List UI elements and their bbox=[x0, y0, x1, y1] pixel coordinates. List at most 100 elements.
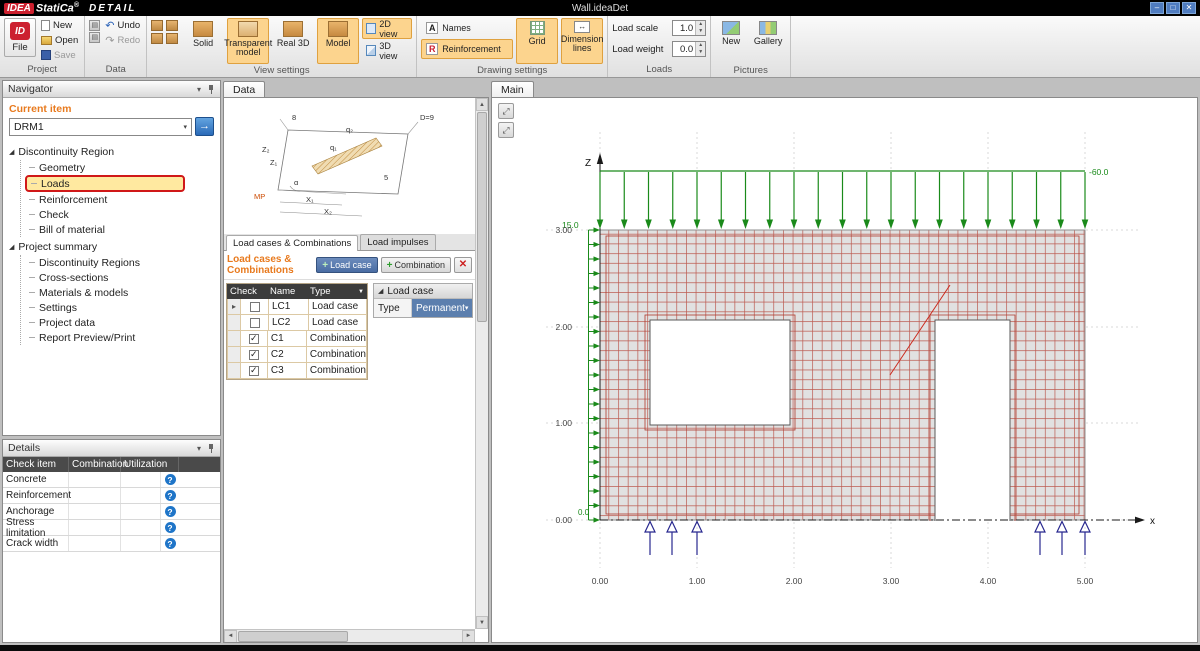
row-selector[interactable] bbox=[228, 347, 241, 362]
close-button[interactable]: ✕ bbox=[1182, 2, 1196, 14]
zoom-extents-button[interactable]: ⤢ bbox=[498, 122, 514, 138]
load-weight-spinner[interactable]: 0.0 ▲▼ bbox=[672, 41, 706, 57]
expander-icon[interactable]: ◢ bbox=[378, 287, 383, 295]
col-type[interactable]: Type▼ bbox=[307, 286, 367, 297]
row-checkbox[interactable] bbox=[249, 366, 259, 376]
tree-item-report-preview-print[interactable]: Report Preview/Print bbox=[25, 330, 214, 345]
tree-item-settings[interactable]: Settings bbox=[25, 300, 214, 315]
add-combination-button[interactable]: +Combination bbox=[381, 257, 451, 273]
load-scale-value[interactable]: 1.0 bbox=[673, 21, 695, 35]
spin-down-icon[interactable]: ▼ bbox=[696, 28, 705, 35]
help-icon[interactable]: ? bbox=[165, 522, 176, 533]
scrollbar-thumb[interactable] bbox=[238, 631, 348, 642]
row-checkbox[interactable] bbox=[249, 350, 259, 360]
view-preset-icon[interactable] bbox=[151, 33, 163, 44]
real-3d-button[interactable]: Real 3D bbox=[272, 18, 314, 64]
table-row-c3[interactable]: C3 Combination bbox=[227, 363, 367, 379]
table-row-c2[interactable]: C2 Combination bbox=[227, 347, 367, 363]
dropdown-caret-icon[interactable]: ▾ bbox=[197, 85, 201, 94]
load-type-select[interactable]: Permanent ▾ bbox=[412, 299, 472, 317]
open-button[interactable]: Open bbox=[39, 33, 80, 47]
window-opening[interactable] bbox=[650, 320, 790, 425]
transparent-model-button[interactable]: Transparent model bbox=[227, 18, 269, 64]
spin-up-icon[interactable]: ▲ bbox=[696, 42, 705, 49]
help-icon[interactable]: ? bbox=[165, 490, 176, 501]
file-button[interactable]: ID File bbox=[4, 18, 36, 57]
row-checkbox[interactable] bbox=[250, 318, 260, 328]
combo-caret-icon[interactable]: ▾ bbox=[183, 123, 187, 131]
door-opening[interactable] bbox=[935, 321, 1010, 522]
tab-data[interactable]: Data bbox=[223, 81, 265, 97]
delete-button[interactable]: ✕ bbox=[454, 257, 472, 273]
tab-main[interactable]: Main bbox=[491, 81, 534, 97]
expander-icon[interactable]: ◢ bbox=[9, 148, 14, 156]
undo-button[interactable]: ↶Undo bbox=[103, 18, 142, 32]
tree-item-project-data[interactable]: Project data bbox=[25, 315, 214, 330]
table-row-c1[interactable]: C1 Combination bbox=[227, 331, 367, 347]
table-row-lc2[interactable]: LC2 Load case bbox=[227, 315, 367, 331]
redo-button[interactable]: ↷Redo bbox=[103, 33, 142, 47]
view-2d-button[interactable]: 2D view bbox=[362, 18, 412, 39]
current-item-combobox[interactable]: DRM1 ▾ bbox=[9, 118, 192, 136]
scroll-down-icon[interactable]: ▼ bbox=[476, 616, 488, 629]
tree-item-bill-of-material[interactable]: Bill of material bbox=[25, 222, 214, 237]
grid-button[interactable]: Grid bbox=[516, 18, 558, 64]
tree-section-project-summary[interactable]: ◢ Project summary bbox=[9, 239, 214, 255]
help-icon[interactable]: ? bbox=[165, 506, 176, 517]
row-checkbox[interactable] bbox=[250, 302, 260, 312]
minimize-button[interactable]: – bbox=[1150, 2, 1164, 14]
view-preset-icon[interactable] bbox=[166, 33, 178, 44]
dropdown-caret-icon[interactable]: ▾ bbox=[197, 444, 201, 453]
view-3d-button[interactable]: 3D view bbox=[362, 40, 412, 61]
filter-icon[interactable]: ▼ bbox=[358, 289, 364, 295]
model-button[interactable]: Model bbox=[317, 18, 359, 64]
help-icon[interactable]: ? bbox=[165, 474, 176, 485]
help-icon[interactable]: ? bbox=[165, 538, 176, 549]
scroll-up-icon[interactable]: ▲ bbox=[476, 98, 488, 111]
tree-item-loads[interactable]: Loads bbox=[25, 175, 185, 192]
tab-load-cases-combinations[interactable]: Load cases & Combinations bbox=[226, 235, 358, 251]
pin-icon[interactable] bbox=[207, 444, 215, 453]
save-button[interactable]: Save bbox=[39, 48, 80, 62]
go-to-item-button[interactable]: → bbox=[195, 117, 214, 136]
expander-icon[interactable]: ◢ bbox=[9, 243, 14, 251]
wall-drawing[interactable]: Z x -60.0 15.0 0.0 3.00 2.00 1.00 0.00 0… bbox=[492, 98, 1197, 642]
new-button[interactable]: New bbox=[39, 18, 80, 32]
picture-new-button[interactable]: New bbox=[715, 18, 747, 64]
paste-icon[interactable]: ▤ bbox=[89, 20, 100, 31]
tree-item-check[interactable]: Check bbox=[25, 207, 214, 222]
vertical-scrollbar[interactable]: ▲ ▼ bbox=[475, 98, 488, 629]
spin-down-icon[interactable]: ▼ bbox=[696, 49, 705, 56]
horizontal-scrollbar[interactable]: ◄ ► bbox=[224, 629, 475, 642]
solid-button[interactable]: Solid bbox=[182, 18, 224, 64]
names-button[interactable]: ANames bbox=[421, 18, 513, 38]
row-selector[interactable] bbox=[228, 363, 241, 378]
tree-item-cross-sections[interactable]: Cross-sections bbox=[25, 270, 214, 285]
load-weight-value[interactable]: 0.0 bbox=[673, 42, 695, 56]
pin-icon[interactable] bbox=[207, 85, 215, 94]
tab-load-impulses[interactable]: Load impulses bbox=[360, 234, 435, 250]
copy-icon[interactable]: ▤ bbox=[89, 32, 100, 43]
view-preset-icon[interactable] bbox=[151, 20, 163, 31]
tree-item-discontinuity-regions[interactable]: Discontinuity Regions bbox=[25, 255, 214, 270]
gallery-button[interactable]: Gallery bbox=[750, 18, 786, 64]
scroll-left-icon[interactable]: ◄ bbox=[224, 630, 237, 643]
tree-section-discontinuity-region[interactable]: ◢ Discontinuity Region bbox=[9, 144, 214, 160]
scroll-right-icon[interactable]: ► bbox=[462, 630, 475, 643]
zoom-fit-button[interactable]: ⤢ bbox=[498, 103, 514, 119]
dimension-lines-button[interactable]: ↔Dimension lines bbox=[561, 18, 603, 64]
row-selector[interactable] bbox=[228, 331, 241, 346]
row-checkbox[interactable] bbox=[249, 334, 259, 344]
load-scale-spinner[interactable]: 1.0 ▲▼ bbox=[672, 20, 706, 36]
table-row-lc1[interactable]: ▸ LC1 Load case bbox=[227, 299, 367, 315]
combo-caret-icon[interactable]: ▾ bbox=[465, 304, 469, 312]
tree-item-reinforcement[interactable]: Reinforcement bbox=[25, 192, 214, 207]
row-selector[interactable]: ▸ bbox=[228, 299, 241, 314]
tree-item-geometry[interactable]: Geometry bbox=[25, 160, 214, 175]
add-load-case-button[interactable]: +Load case bbox=[316, 257, 377, 273]
view-preset-icon[interactable] bbox=[166, 20, 178, 31]
tree-item-materials-models[interactable]: Materials & models bbox=[25, 285, 214, 300]
row-selector[interactable] bbox=[228, 315, 241, 330]
maximize-button[interactable]: □ bbox=[1166, 2, 1180, 14]
spin-up-icon[interactable]: ▲ bbox=[696, 21, 705, 28]
